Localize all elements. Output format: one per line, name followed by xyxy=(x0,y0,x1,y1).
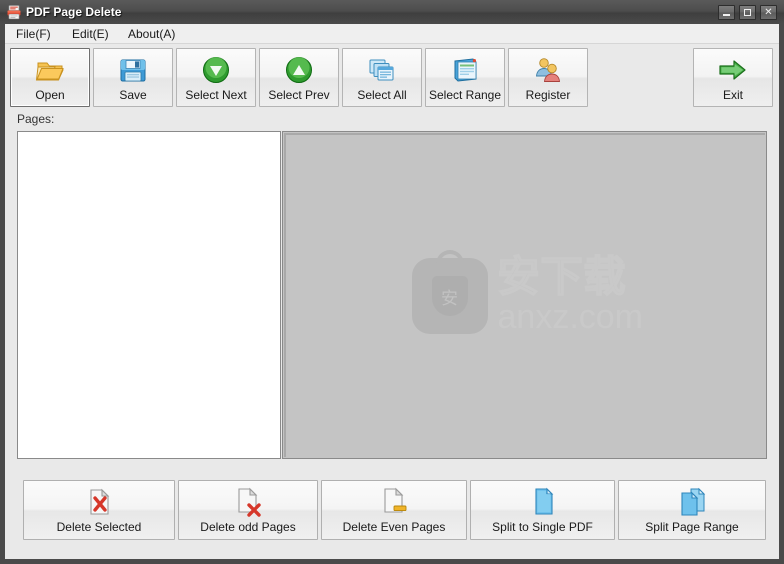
users-icon xyxy=(509,54,587,86)
maximize-button[interactable] xyxy=(739,5,756,20)
page-delete-x-icon xyxy=(24,486,174,518)
watermark-domain-text: anxz.com xyxy=(497,298,644,336)
menu-file[interactable]: File(F) xyxy=(11,26,56,42)
green-up-arrow-circle-icon xyxy=(260,54,338,86)
select-prev-button-label: Select Prev xyxy=(268,88,330,102)
watermark-shield-icon: 安 xyxy=(431,276,468,316)
open-button[interactable]: Open xyxy=(10,48,90,107)
single-page-split-icon xyxy=(471,486,614,518)
register-button-label: Register xyxy=(525,88,571,102)
open-folder-icon xyxy=(11,54,89,86)
window-title: PDF Page Delete xyxy=(26,5,122,19)
delete-odd-pages-button[interactable]: Delete odd Pages xyxy=(178,480,318,540)
delete-selected-label: Delete Selected xyxy=(56,520,142,534)
delete-odd-pages-label: Delete odd Pages xyxy=(200,520,296,534)
green-right-arrow-icon xyxy=(694,54,772,86)
title-bar[interactable]: PDF Page Delete ✕ xyxy=(0,0,784,24)
pdf-printer-icon xyxy=(6,4,22,20)
watermark: 安 安下载 anxz.com xyxy=(283,132,766,458)
split-to-single-pdf-button[interactable]: Split to Single PDF xyxy=(470,480,615,540)
floppy-save-icon xyxy=(94,54,172,86)
minimize-button[interactable] xyxy=(718,5,735,20)
minimize-icon xyxy=(723,14,730,16)
page-range-icon xyxy=(426,54,504,86)
menu-bar: File(F) Edit(E) About(A) xyxy=(5,24,779,44)
exit-button[interactable]: Exit xyxy=(693,48,773,107)
select-prev-button[interactable]: Select Prev xyxy=(259,48,339,107)
select-all-button-label: Select All xyxy=(357,88,407,102)
split-page-range-button[interactable]: Split Page Range xyxy=(618,480,766,540)
register-button[interactable]: Register xyxy=(508,48,588,107)
watermark-badge xyxy=(411,258,488,334)
action-bar: Delete Selected Delete odd Pages Delete … xyxy=(5,470,779,550)
page-minus-icon xyxy=(322,486,466,518)
watermark-bag-handle-icon xyxy=(435,250,464,270)
select-all-button[interactable]: Select All xyxy=(342,48,422,107)
maximize-icon xyxy=(744,9,751,16)
select-range-button-label: Select Range xyxy=(428,88,502,102)
pages-list-panel[interactable] xyxy=(17,131,281,459)
delete-even-pages-button[interactable]: Delete Even Pages xyxy=(321,480,467,540)
delete-selected-button[interactable]: Delete Selected xyxy=(23,480,175,540)
delete-even-pages-label: Delete Even Pages xyxy=(342,520,446,534)
watermark-cn-text: 安下载 xyxy=(497,252,627,301)
pages-split-icon xyxy=(619,486,765,518)
select-next-button-label: Select Next xyxy=(185,88,247,102)
split-to-single-pdf-label: Split to Single PDF xyxy=(492,520,593,534)
save-button-label: Save xyxy=(119,88,147,102)
save-button[interactable]: Save xyxy=(93,48,173,107)
page-preview-panel[interactable]: 安 安下载 anxz.com xyxy=(282,131,767,459)
green-down-arrow-circle-icon xyxy=(177,54,255,86)
menu-edit[interactable]: Edit(E) xyxy=(67,26,114,42)
select-range-button[interactable]: Select Range xyxy=(425,48,505,107)
split-page-range-label: Split Page Range xyxy=(645,520,739,534)
close-button[interactable]: ✕ xyxy=(760,5,777,20)
exit-button-label: Exit xyxy=(722,88,743,102)
select-next-button[interactable]: Select Next xyxy=(176,48,256,107)
application-window: PDF Page Delete ✕ File(F) Edit(E) About(… xyxy=(0,0,784,564)
pages-label: Pages: xyxy=(17,112,55,126)
toolbar: Open Save Select Next Select Prev Select… xyxy=(5,45,779,108)
close-icon: ✕ xyxy=(764,7,773,18)
open-button-label: Open xyxy=(35,88,65,102)
page-delete-odd-icon xyxy=(179,486,317,518)
menu-about[interactable]: About(A) xyxy=(123,26,180,42)
stacked-pages-icon xyxy=(343,54,421,86)
